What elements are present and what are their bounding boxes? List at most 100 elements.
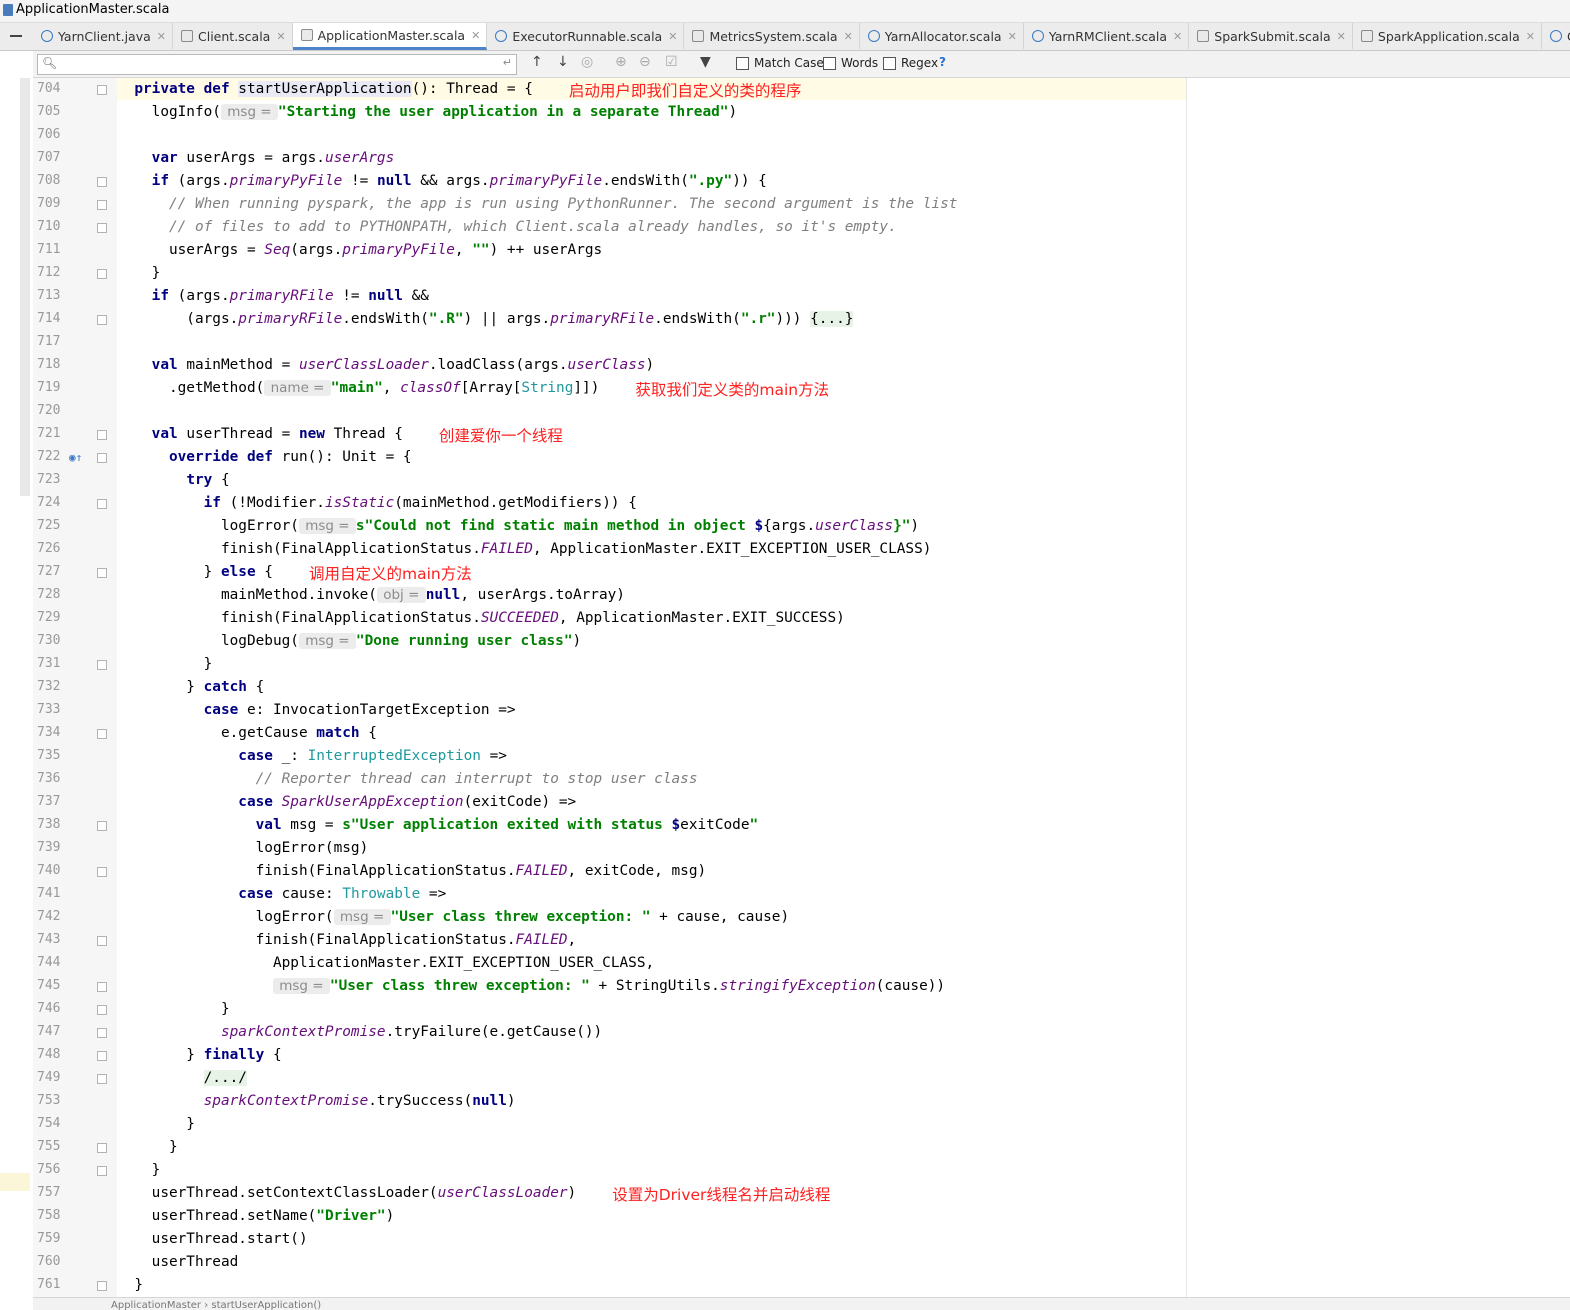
close-tab-icon[interactable]: ✕ <box>157 30 166 43</box>
code-line[interactable]: ApplicationMaster.EXIT_EXCEPTION_USER_CL… <box>117 952 654 975</box>
close-tab-icon[interactable]: ✕ <box>1337 30 1346 43</box>
code-line[interactable]: override def run(): Unit = { <box>117 446 412 469</box>
editor-tab[interactable]: YarnAllocator.scala ✕ <box>860 23 1024 49</box>
editor-tab[interactable]: ApplicationMaster.scala ✕ <box>292 23 488 50</box>
code-line[interactable]: logDebug( msg = "Done running user class… <box>117 630 581 653</box>
folded-region[interactable]: {...} <box>810 311 854 327</box>
code-line[interactable]: mainMethod.invoke( obj = null, userArgs.… <box>117 584 625 607</box>
words-checkbox[interactable]: Words <box>823 56 878 70</box>
override-marker-icon[interactable]: ◉↑ <box>69 451 82 464</box>
fold-toggle-icon[interactable] <box>97 453 107 463</box>
fold-toggle-icon[interactable] <box>97 1005 107 1015</box>
editor-tab[interactable]: MetricsSystem.scala ✕ <box>684 23 860 49</box>
code-line[interactable]: logError(msg) <box>117 837 369 860</box>
fold-toggle-icon[interactable] <box>97 1166 107 1176</box>
code-line[interactable]: case e: InvocationTargetException => <box>117 699 516 722</box>
code-line[interactable]: if (args.primaryPyFile != null && args.p… <box>117 170 767 193</box>
code-line[interactable]: (args.primaryRFile.endsWith(".R") || arg… <box>117 308 854 331</box>
code-line[interactable]: finish(FinalApplicationStatus.FAILED, <box>117 929 577 952</box>
editor-tab[interactable]: ExecutorRunnable.scala ✕ <box>487 23 685 49</box>
code-line[interactable]: finish(FinalApplicationStatus.FAILED, Ap… <box>117 538 931 561</box>
fold-toggle-icon[interactable] <box>97 1051 107 1061</box>
editor-tab[interactable]: ClientRMProxy <box>1542 23 1570 49</box>
checkbox-box[interactable] <box>883 56 896 70</box>
select-all-occurrences-icon[interactable]: ☑ <box>665 54 678 70</box>
checkbox-box[interactable] <box>823 56 836 70</box>
close-tab-icon[interactable]: ✕ <box>668 30 677 43</box>
code-line[interactable]: val mainMethod = userClassLoader.loadCla… <box>117 354 655 377</box>
code-line[interactable]: } <box>117 653 213 676</box>
close-tab-icon[interactable]: ✕ <box>844 30 853 43</box>
remove-selection-icon[interactable]: ⊖ <box>639 54 651 70</box>
code-line[interactable]: finish(FinalApplicationStatus.SUCCEEDED,… <box>117 607 845 630</box>
fold-toggle-icon[interactable] <box>97 568 107 578</box>
regex-help-link[interactable]: ? <box>939 55 946 69</box>
code-editor[interactable]: private def startUserApplication(): Thre… <box>117 78 1570 1297</box>
code-line[interactable]: } catch { <box>117 676 264 699</box>
search-input[interactable] <box>60 56 504 73</box>
code-line[interactable]: try { <box>117 469 229 492</box>
add-selection-icon[interactable]: ⊕ <box>615 54 627 70</box>
fold-toggle-icon[interactable] <box>97 177 107 187</box>
code-line[interactable]: } finally { <box>117 1044 281 1067</box>
fold-toggle-icon[interactable] <box>97 982 107 992</box>
code-line[interactable]: sparkContextPromise.trySuccess(null) <box>117 1090 516 1113</box>
editor-tab[interactable]: Client.scala ✕ <box>173 23 293 49</box>
checkbox-box[interactable] <box>736 56 749 70</box>
editor-tab[interactable]: YarnClient.java ✕ <box>33 23 173 49</box>
fold-toggle-icon[interactable] <box>97 1281 107 1291</box>
close-tab-icon[interactable]: ✕ <box>1526 30 1535 43</box>
collapse-icon[interactable] <box>10 35 22 37</box>
code-line[interactable]: .getMethod( name = "main", classOf[Array… <box>117 377 599 400</box>
code-line[interactable]: case SparkUserAppException(exitCode) => <box>117 791 576 814</box>
code-line[interactable]: } <box>117 1113 195 1136</box>
code-line[interactable]: // Reporter thread can interrupt to stop… <box>117 768 698 791</box>
code-line[interactable]: private def startUserApplication(): Thre… <box>117 78 533 101</box>
code-line[interactable]: val userThread = new Thread { <box>117 423 403 446</box>
regex-checkbox[interactable]: Regex <box>883 56 938 70</box>
code-line[interactable]: case cause: Throwable => <box>117 883 446 906</box>
code-line[interactable]: logError( msg = s"Could not find static … <box>117 515 919 538</box>
code-line[interactable]: userThread <box>117 1251 239 1274</box>
fold-toggle-icon[interactable] <box>97 936 107 946</box>
close-tab-icon[interactable]: ✕ <box>276 30 285 43</box>
code-line[interactable]: } <box>117 1136 178 1159</box>
code-line[interactable]: userThread.start() <box>117 1228 308 1251</box>
scroll-thumb[interactable] <box>20 78 30 496</box>
fold-toggle-icon[interactable] <box>97 85 107 95</box>
fold-toggle-icon[interactable] <box>97 269 107 279</box>
next-occurrence-icon[interactable]: ↓ <box>557 54 569 70</box>
code-line[interactable]: if (args.primaryRFile != null && <box>117 285 429 308</box>
code-line[interactable]: sparkContextPromise.tryFailure(e.getCaus… <box>117 1021 602 1044</box>
close-tab-icon[interactable]: ✕ <box>1008 30 1017 43</box>
fold-toggle-icon[interactable] <box>97 430 107 440</box>
fold-toggle-icon[interactable] <box>97 200 107 210</box>
code-line[interactable]: msg = "User class threw exception: " + S… <box>117 975 945 998</box>
fold-toggle-icon[interactable] <box>97 1074 107 1084</box>
code-line[interactable]: e.getCause match { <box>117 722 377 745</box>
fold-toggle-icon[interactable] <box>97 499 107 509</box>
search-icon[interactable]: 🔍︎ <box>42 56 57 70</box>
fold-toggle-icon[interactable] <box>97 1028 107 1038</box>
search-field[interactable]: 🔍︎ ↵ <box>37 54 517 75</box>
code-line[interactable]: } <box>117 262 161 285</box>
code-line[interactable]: if (!Modifier.isStatic(mainMethod.getMod… <box>117 492 637 515</box>
code-line[interactable]: finish(FinalApplicationStatus.FAILED, ex… <box>117 860 707 883</box>
fold-toggle-icon[interactable] <box>97 223 107 233</box>
code-line[interactable]: } else { <box>117 561 273 584</box>
code-line[interactable]: case _: InterruptedException => <box>117 745 507 768</box>
code-line[interactable]: /.../ <box>117 1067 247 1090</box>
editor-tab[interactable]: YarnRMClient.scala ✕ <box>1024 23 1190 49</box>
code-line[interactable]: var userArgs = args.userArgs <box>117 147 395 170</box>
code-line[interactable]: } <box>117 1274 143 1297</box>
editor-tab[interactable]: SparkApplication.scala ✕ <box>1353 23 1543 49</box>
code-line[interactable]: logInfo( msg = "Starting the user applic… <box>117 101 737 124</box>
code-line[interactable]: logError( msg = "User class threw except… <box>117 906 789 929</box>
fold-toggle-icon[interactable] <box>97 867 107 877</box>
close-tab-icon[interactable]: ✕ <box>471 29 480 42</box>
code-line[interactable]: userThread.setName("Driver") <box>117 1205 395 1228</box>
fold-toggle-icon[interactable] <box>97 729 107 739</box>
code-line[interactable]: // When running pyspark, the app is run … <box>117 193 957 216</box>
previous-occurrence-icon[interactable]: ↑ <box>531 54 543 70</box>
code-line[interactable]: // of files to add to PYTHONPATH, which … <box>117 216 897 239</box>
